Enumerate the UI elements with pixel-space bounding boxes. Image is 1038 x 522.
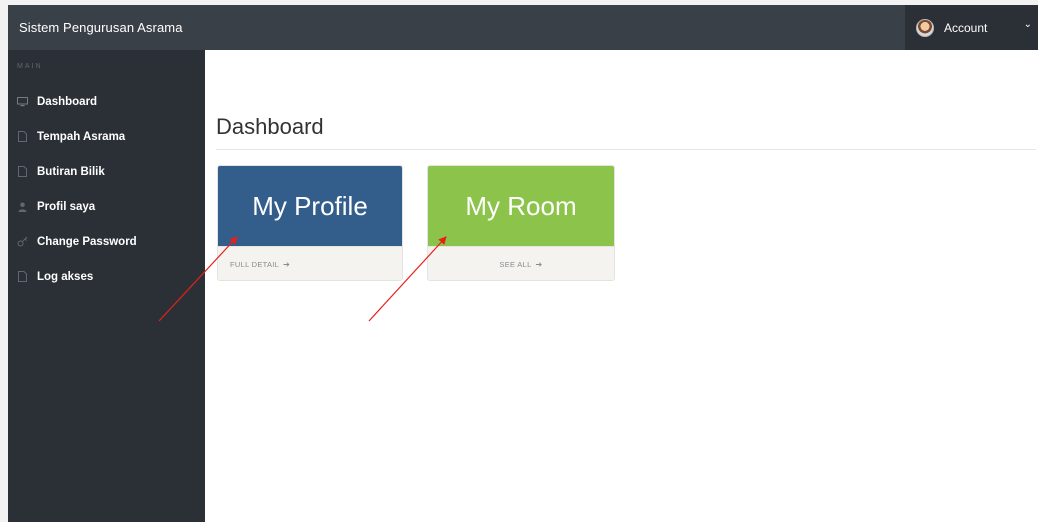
user-icon — [17, 201, 28, 212]
sidebar-item-label: Log akses — [37, 270, 94, 283]
file-icon — [17, 166, 28, 177]
sidebar-section-label: MAIN — [17, 63, 43, 70]
file-icon — [17, 271, 28, 282]
app-brand[interactable]: Sistem Pengurusan Asrama — [8, 20, 183, 35]
sidebar: MAIN Dashboard Tempah Asrama Butiran Bil… — [8, 50, 205, 522]
sidebar-item-tempah-asrama[interactable]: Tempah Asrama — [8, 119, 205, 154]
sidebar-item-label: Dashboard — [37, 95, 98, 108]
sidebar-item-butiran-bilik[interactable]: Butiran Bilik — [8, 154, 205, 189]
chevron-down-icon: ⌄ — [1023, 19, 1032, 30]
sidebar-item-label: Profil saya — [37, 200, 96, 213]
my-room-card[interactable]: My Room SEE ALL ➔ — [427, 165, 615, 281]
sidebar-item-label: Butiran Bilik — [37, 165, 105, 178]
see-all-link[interactable]: SEE ALL ➔ — [428, 246, 614, 280]
my-profile-card[interactable]: My Profile FULL DETAIL ➔ — [217, 165, 403, 281]
sidebar-item-profil-saya[interactable]: Profil saya — [8, 189, 205, 224]
title-divider — [216, 149, 1036, 150]
card-title: My Profile — [218, 166, 402, 246]
avatar — [916, 18, 934, 37]
arrow-right-icon: ➔ — [283, 259, 291, 269]
page-title: Dashboard — [216, 114, 324, 139]
card-link-label: FULL DETAIL — [230, 259, 280, 269]
account-menu[interactable]: Account ⌄ — [905, 5, 1038, 50]
main-content: Dashboard My Profile FULL DETAIL ➔ My Ro… — [205, 50, 1038, 522]
sidebar-item-dashboard[interactable]: Dashboard — [8, 84, 205, 119]
arrow-right-icon: ➔ — [535, 259, 543, 269]
key-icon — [17, 236, 28, 247]
monitor-icon — [17, 96, 28, 107]
sidebar-item-label: Tempah Asrama — [37, 130, 126, 143]
sidebar-item-change-password[interactable]: Change Password — [8, 224, 205, 259]
top-navbar: Sistem Pengurusan Asrama Account ⌄ — [8, 5, 1038, 50]
app-window: Sistem Pengurusan Asrama Account ⌄ MAIN … — [8, 5, 1038, 522]
account-label: Account — [944, 20, 988, 35]
sidebar-item-log-akses[interactable]: Log akses — [8, 259, 205, 294]
card-link-label: SEE ALL — [499, 259, 532, 269]
full-detail-link[interactable]: FULL DETAIL ➔ — [218, 246, 402, 280]
sidebar-item-label: Change Password — [37, 235, 137, 248]
file-icon — [17, 131, 28, 142]
card-title: My Room — [428, 166, 614, 246]
